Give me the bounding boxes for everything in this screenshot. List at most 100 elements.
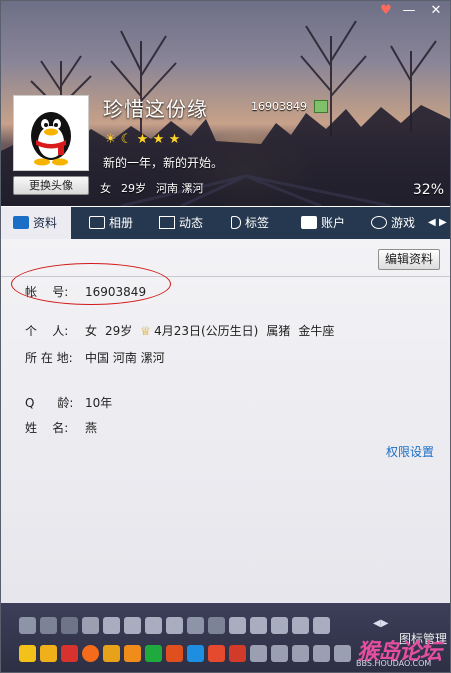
badge-icon[interactable] (82, 617, 99, 634)
green-service-icon[interactable] (145, 645, 162, 662)
basic-info-line: 女 29岁 河南 漯河 (100, 180, 214, 196)
star-icon: ★ (136, 132, 149, 147)
red-service-icon[interactable] (61, 645, 78, 662)
diamond-icon[interactable] (313, 617, 330, 634)
qage-label: Q 龄: (25, 396, 74, 410)
skin-button[interactable]: ♥ (375, 3, 397, 19)
location-text: 河南 漯河 (156, 182, 204, 195)
qage-row: Q 龄: 10年 (25, 394, 120, 411)
wallet-icon (301, 216, 317, 229)
diamond-icon[interactable] (145, 617, 162, 634)
location-row: 所 在 地: 中国 河南 漯河 (25, 349, 173, 366)
badge-icon[interactable] (19, 617, 36, 634)
photo-album-icon (89, 216, 105, 229)
diamond-icon[interactable] (166, 617, 183, 634)
edit-profile-button[interactable]: 编辑资料 (378, 249, 440, 270)
birthday: 4月23日(公历生日) (154, 324, 259, 338)
qq-level-row[interactable]: ☀ ☾ ★ ★ ★ (103, 132, 183, 148)
profile-header-banner: ♥ — ✕ 更换头像 珍惜这份缘 16903849 ☀ ☾ ★ ★ ★ 新的一年… (1, 1, 450, 206)
badge-icon[interactable] (61, 617, 78, 634)
game-icon (371, 216, 387, 229)
watermark-url: BBS.HOUDAO.COM (356, 659, 432, 668)
tab-label: 相册 (109, 216, 134, 230)
gender-text: 女 (100, 182, 111, 195)
tab-label: 账户 (321, 216, 346, 230)
badge-icons-row (19, 617, 334, 639)
personal-label: 个 人: (25, 324, 69, 338)
tag-icon (231, 216, 241, 229)
service-icon-bar: ◀▶ 图标管理 猴岛论坛 BBS.HOUDAO.COM (1, 603, 450, 672)
game-service-icon[interactable] (124, 645, 141, 662)
tab-account[interactable]: 账户 (297, 207, 359, 239)
profile-tabs: 资料 相册 动态 标签 账户 游戏 ◀ ▶ (1, 207, 450, 239)
diamond-icon[interactable] (229, 617, 246, 634)
chat-bubble-icon[interactable] (271, 645, 288, 662)
gray-service-icon[interactable] (313, 645, 330, 662)
app-icon[interactable] (292, 645, 309, 662)
penguin-avatar-icon (31, 112, 71, 166)
icon-row-scroll-icon[interactable]: ◀▶ (373, 618, 388, 629)
location-value: 中国 河南 漯河 (85, 351, 165, 365)
diamond-icon[interactable] (292, 617, 309, 634)
tab-label: 游戏 (391, 216, 416, 230)
pet-icon[interactable] (208, 645, 225, 662)
profile-window: ♥ — ✕ 更换头像 珍惜这份缘 16903849 ☀ ☾ ★ ★ ★ 新的一年… (0, 0, 451, 673)
crown-icon: ♕ (140, 324, 152, 338)
crown-service-icon[interactable] (103, 645, 120, 662)
highlight-oval (11, 263, 171, 305)
minimize-button[interactable]: — (398, 3, 420, 19)
profile-completion: 32% (412, 182, 444, 198)
music-icon[interactable] (229, 645, 246, 662)
blue-service-icon[interactable] (187, 645, 204, 662)
tab-scroll-left-icon[interactable]: ◀ (428, 207, 436, 239)
name-row: 姓 名: 燕 (25, 419, 105, 436)
feed-icon (159, 216, 175, 229)
profile-card-icon (13, 216, 29, 229)
personal-row: 个 人: 女 29岁 ♕ 4月23日(公历生日) 属猪 金牛座 (25, 322, 342, 339)
personal-gender: 女 (85, 324, 98, 338)
diamond-icon[interactable] (103, 617, 120, 634)
tab-label: 标签 (245, 216, 270, 230)
tab-feed[interactable]: 动态 (155, 207, 217, 239)
star-service-icon[interactable] (19, 645, 36, 662)
tab-label: 动态 (179, 216, 204, 230)
permission-settings-link[interactable]: 权限设置 (386, 443, 434, 460)
service-icons-row (19, 645, 355, 667)
qage-value: 10年 (85, 396, 113, 410)
gray-service-icon[interactable] (334, 645, 351, 662)
nickname: 珍惜这份缘 (103, 97, 208, 121)
change-avatar-button[interactable]: 更换头像 (13, 176, 89, 195)
badge-icon[interactable] (208, 617, 225, 634)
tab-scroll-right-icon[interactable]: ▶ (439, 207, 447, 239)
tab-profile[interactable]: 资料 (1, 207, 71, 239)
badge-icon[interactable] (40, 617, 57, 634)
constellation: 金牛座 (298, 324, 335, 338)
tab-games[interactable]: 游戏 (367, 207, 429, 239)
star-icon: ★ (152, 132, 165, 147)
name-label: 姓 名: (25, 421, 69, 435)
gray-service-icon[interactable] (250, 645, 267, 662)
location-label: 所 在 地: (25, 351, 73, 365)
diamond-icon[interactable] (124, 617, 141, 634)
diamond-icon[interactable] (250, 617, 267, 634)
badge-icon[interactable] (187, 617, 204, 634)
age-text: 29岁 (121, 182, 146, 195)
tab-label: 资料 (33, 216, 58, 230)
close-button[interactable]: ✕ (425, 3, 447, 19)
shield-icon[interactable] (40, 645, 57, 662)
avatar[interactable] (13, 95, 89, 171)
personal-age: 29岁 (105, 324, 133, 338)
sun-icon: ☀ (104, 132, 117, 147)
name-value: 燕 (85, 421, 98, 435)
qq-number-header: 16903849 (251, 100, 307, 113)
moon-icon: ☾ (120, 132, 133, 147)
edit-nickname-icon[interactable] (314, 100, 328, 113)
mood-signature[interactable]: 新的一年，新的开始。 (103, 154, 223, 171)
tab-tags[interactable]: 标签 (227, 207, 289, 239)
house-icon[interactable] (166, 645, 183, 662)
tab-album[interactable]: 相册 (85, 207, 147, 239)
diamond-icon[interactable] (271, 617, 288, 634)
zodiac: 属猪 (266, 324, 291, 338)
orange-circle-icon[interactable] (82, 645, 99, 662)
star-icon: ★ (168, 132, 181, 147)
